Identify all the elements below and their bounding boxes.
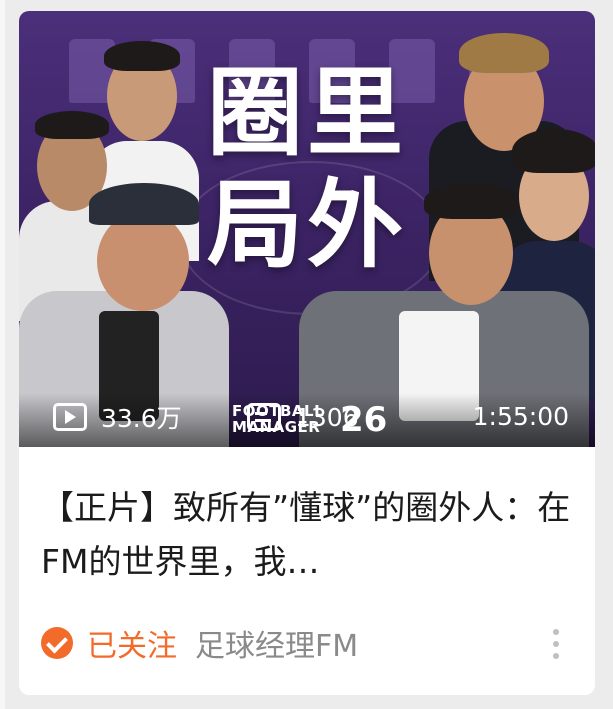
thumbnail-title: 圈里 局外	[197, 57, 417, 281]
background-strip	[0, 0, 5, 709]
video-title[interactable]: 【正片】致所有”懂球”的圈外人：在FM的世界里，我…	[41, 481, 581, 589]
football-manager-logo: FOOTBALL MANAGER 26	[232, 402, 387, 437]
channel-meta: 已关注 足球经理FM	[41, 621, 358, 665]
view-count: 33.6万	[53, 397, 182, 437]
view-count-text: 33.6万	[101, 404, 182, 433]
logo-line1: FOOTBALL	[232, 402, 325, 420]
video-duration: 1:55:00	[472, 402, 569, 431]
channel-name[interactable]: 足球经理FM	[195, 621, 358, 665]
follow-status[interactable]: 已关注	[87, 621, 177, 665]
more-icon[interactable]	[551, 629, 561, 663]
followed-check-icon	[41, 627, 73, 659]
video-thumbnail[interactable]: 圈里 局外 33.6万 1306 FOOTBALL MANAGER 26 1:5…	[19, 11, 595, 447]
play-count-icon	[53, 403, 87, 431]
thumbnail-title-line2: 局外	[207, 169, 407, 281]
logo-line2: MANAGER	[232, 418, 321, 436]
logo-number: 26	[340, 400, 388, 440]
video-card[interactable]: 圈里 局外 33.6万 1306 FOOTBALL MANAGER 26 1:5…	[19, 11, 595, 695]
thumbnail-title-line1: 圈里	[207, 57, 407, 169]
